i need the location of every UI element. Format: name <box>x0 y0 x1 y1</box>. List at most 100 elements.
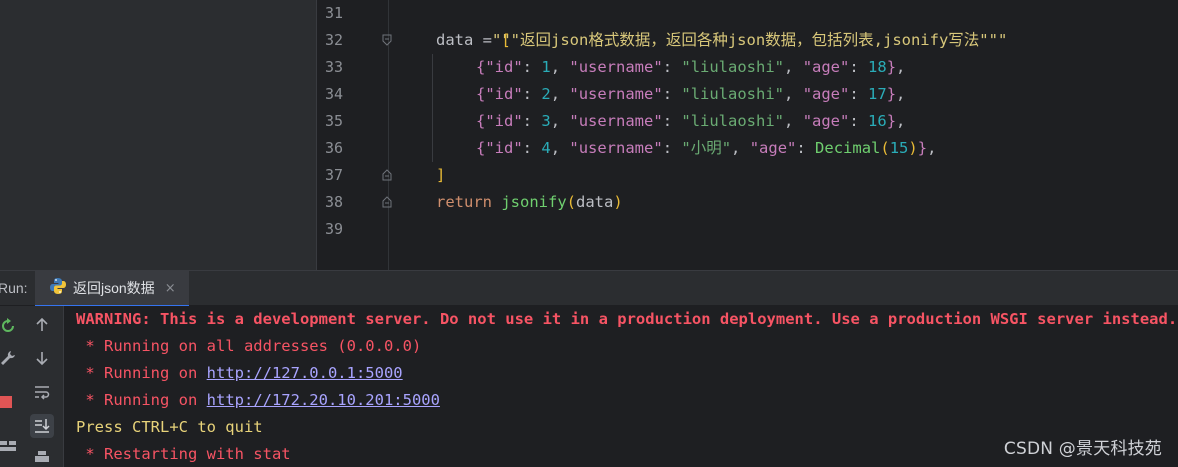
colon: : <box>662 139 682 157</box>
number: 2 <box>541 85 551 103</box>
python-icon <box>49 277 67 299</box>
comma: , <box>784 85 803 103</box>
colon: : <box>849 58 869 76</box>
console-line: * Running on http://127.0.0.1:5000 <box>76 360 403 387</box>
comma: , <box>550 139 570 157</box>
keyword: return <box>436 193 492 211</box>
console-line: * Running on http://172.20.10.201:5000 <box>76 387 440 414</box>
paren: ) <box>908 139 918 157</box>
bracket: ] <box>436 166 446 184</box>
console-link[interactable]: http://172.20.10.201:5000 <box>207 391 440 409</box>
comma: , <box>927 139 937 157</box>
watermark: CSDN @景天科技苑 <box>1003 439 1162 459</box>
line-number: 33 <box>325 58 344 76</box>
string: "小明" <box>681 139 732 157</box>
brace: { <box>476 58 486 76</box>
soft-wrap-icon[interactable] <box>30 380 54 404</box>
colon: : <box>662 112 682 130</box>
paren: ( <box>880 139 890 157</box>
dict-key: "username" <box>569 58 663 76</box>
number: 15 <box>889 139 909 157</box>
dict-key: "age" <box>749 139 797 157</box>
brace: } <box>917 139 928 157</box>
comma: , <box>784 112 803 130</box>
dict-key: "id" <box>485 139 523 157</box>
operator: = <box>473 31 502 49</box>
docstring: """返回json格式数据，返回各种json数据，包括列表,jsonify写法"… <box>492 31 1008 49</box>
console-text: * Running on <box>76 391 207 409</box>
string: "liulaoshi" <box>681 85 785 103</box>
brace: } <box>886 58 897 76</box>
code-line-33: {"id": 1, "username": "liulaoshi", "age"… <box>476 54 905 81</box>
console-line: Press CTRL+C to quit <box>76 418 263 436</box>
line-number: 31 <box>325 4 344 22</box>
argument: data <box>576 193 614 211</box>
function-call: jsonify <box>501 193 567 211</box>
line-number: 34 <box>325 85 344 103</box>
scroll-down-icon[interactable] <box>30 346 54 370</box>
colon: : <box>522 112 542 130</box>
brace: } <box>886 112 897 130</box>
print-icon[interactable] <box>30 446 54 467</box>
wrench-icon[interactable] <box>0 346 20 370</box>
scroll-up-icon[interactable] <box>30 313 54 337</box>
line-number: 36 <box>325 139 344 157</box>
brace: } <box>886 85 897 103</box>
brace: { <box>476 139 486 157</box>
comma: , <box>896 85 906 103</box>
colon: : <box>522 85 542 103</box>
number: 1 <box>541 58 551 76</box>
project-panel-strip <box>0 0 317 270</box>
console-link[interactable]: http://127.0.0.1:5000 <box>207 364 403 382</box>
comma: , <box>550 85 570 103</box>
console-warning-line: WARNING: This is a development server. D… <box>76 310 1178 328</box>
comma: , <box>784 58 803 76</box>
colon: : <box>849 85 869 103</box>
dict-key: "id" <box>485 85 523 103</box>
paren: ) <box>613 193 623 211</box>
function-call: Decimal <box>815 139 881 157</box>
code-area[interactable]: """返回json格式数据，返回各种json数据，包括列表,jsonify写法"… <box>389 0 1178 270</box>
console-line: * Running on all addresses (0.0.0.0) <box>76 337 422 355</box>
run-toolbar-secondary <box>20 306 64 467</box>
number: 18 <box>868 58 887 76</box>
run-panel-header: Run: 返回json数据 × <box>0 270 1178 307</box>
close-icon[interactable]: × <box>165 281 176 296</box>
scroll-to-end-icon[interactable] <box>30 414 54 438</box>
run-toolbar-primary <box>0 306 20 467</box>
number: 16 <box>868 112 887 130</box>
brace: { <box>476 85 486 103</box>
number: 4 <box>541 139 551 157</box>
dict-key: "id" <box>485 112 523 130</box>
number: 17 <box>868 85 887 103</box>
comma: , <box>550 112 570 130</box>
string: "liulaoshi" <box>681 58 785 76</box>
code-line-35: {"id": 3, "username": "liulaoshi", "age"… <box>476 108 905 135</box>
bracket: [ <box>501 31 511 49</box>
brace: { <box>476 112 486 130</box>
layout-icon[interactable] <box>0 434 20 458</box>
code-line-32: data = [ <box>436 27 511 54</box>
code-editor[interactable]: 31 32 33 34 35 36 37 38 39 """返回json格式数据… <box>0 0 1178 270</box>
rerun-icon[interactable] <box>0 314 20 338</box>
variable: data <box>436 31 474 49</box>
comma: , <box>896 58 906 76</box>
dict-key: "age" <box>802 112 850 130</box>
colon: : <box>662 58 682 76</box>
line-number-gutter: 31 32 33 34 35 36 37 38 39 <box>317 0 392 270</box>
dict-key: "username" <box>569 85 663 103</box>
run-tab[interactable]: 返回json数据 × <box>35 271 189 307</box>
dict-key: "id" <box>485 58 523 76</box>
paren: ( <box>566 193 577 211</box>
console-output[interactable]: WARNING: This is a development server. D… <box>0 306 1178 467</box>
colon: : <box>796 139 816 157</box>
dict-key: "username" <box>569 112 663 130</box>
stop-icon[interactable] <box>0 390 18 414</box>
console-line: * Restarting with stat <box>76 445 291 463</box>
code-line-37: ] <box>436 162 445 189</box>
colon: : <box>849 112 869 130</box>
line-number: 37 <box>325 166 344 184</box>
string: "liulaoshi" <box>681 112 785 130</box>
comma: , <box>550 58 570 76</box>
